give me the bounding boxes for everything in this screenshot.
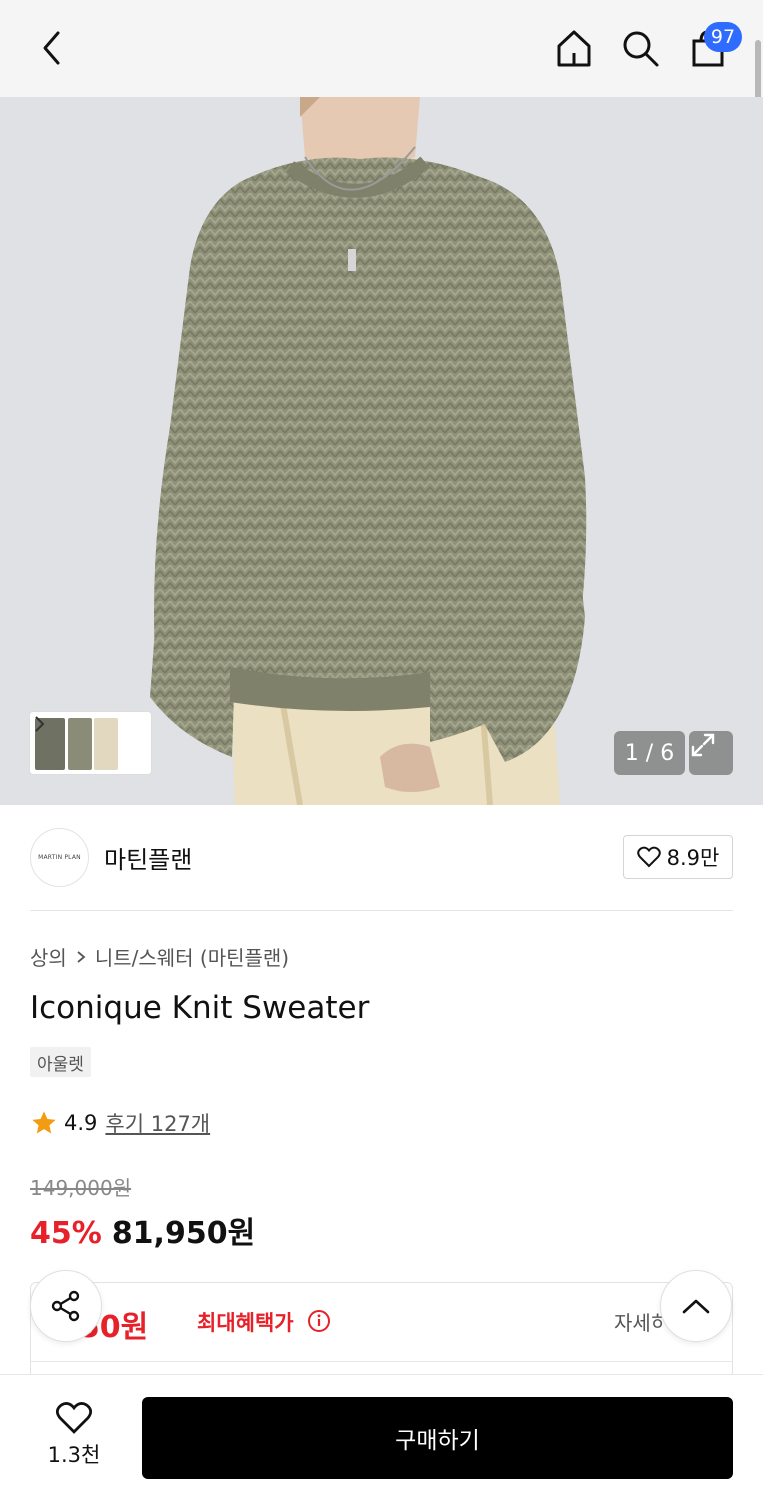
divider: [30, 910, 733, 911]
chevron-up-icon: [682, 1299, 710, 1314]
star-icon: [32, 1111, 56, 1134]
brand-logo[interactable]: MARTIN PLAN: [30, 828, 89, 887]
original-price: 149,000원: [30, 1176, 132, 1200]
chevron-right-icon: [35, 716, 45, 732]
wishlist-button[interactable]: 1.3천: [30, 1395, 118, 1475]
rating-row: 4.9 후기 127개: [30, 1108, 210, 1138]
breadcrumb-item[interactable]: 상의: [30, 942, 67, 971]
benefit-detail-link[interactable]: 자세히: [614, 1307, 664, 1336]
thumbnail-strip[interactable]: [29, 711, 152, 775]
home-icon: [557, 30, 591, 67]
thumbnail-image[interactable]: [68, 718, 92, 770]
brand-like-count: 8.9만: [666, 846, 720, 870]
breadcrumb: 상의 니트/스웨터 (마틴플랜): [30, 942, 289, 971]
share-button[interactable]: [30, 1270, 102, 1342]
share-icon: [51, 1290, 80, 1322]
bottom-action-bar: 1.3천 구매하기: [0, 1374, 763, 1500]
review-link[interactable]: 후기 127개: [105, 1108, 210, 1138]
rating-value: 4.9: [64, 1111, 98, 1135]
top-header: 97: [0, 0, 763, 120]
search-button[interactable]: [616, 24, 664, 72]
gallery-page-counter: 1 / 6: [614, 731, 685, 775]
max-benefit-label: 최대혜택가: [197, 1311, 294, 1335]
product-photo: [0, 97, 763, 805]
brand-like-button[interactable]: 8.9만: [623, 835, 733, 879]
product-image-gallery[interactable]: 1 / 6: [0, 97, 763, 805]
thumbnail-image[interactable]: [94, 718, 118, 770]
home-button[interactable]: [550, 24, 598, 72]
product-title: Iconique Knit Sweater: [30, 990, 370, 1026]
expand-button[interactable]: [689, 731, 733, 775]
scroll-to-top-button[interactable]: [660, 1270, 732, 1342]
brand-logo-text: MARTIN PLAN: [38, 854, 81, 861]
cart-count-badge: 97: [704, 22, 742, 52]
info-icon[interactable]: [307, 1309, 331, 1333]
wishlist-count: 1.3천: [47, 1443, 101, 1467]
breadcrumb-item[interactable]: 니트/스웨터 (마틴플랜): [95, 942, 289, 971]
product-tag: 아울렛: [30, 1047, 91, 1077]
sale-price: 81,950원: [111, 1216, 256, 1251]
chevron-right-icon: [77, 950, 86, 963]
back-button[interactable]: [28, 24, 76, 72]
heart-icon: [636, 846, 661, 868]
chevron-left-icon: [43, 31, 60, 65]
search-icon: [623, 31, 659, 67]
discount-rate: 45%: [30, 1216, 102, 1251]
heart-icon: [55, 1402, 93, 1434]
divider: [31, 1361, 732, 1362]
buy-button[interactable]: 구매하기: [142, 1397, 733, 1479]
expand-icon: [691, 733, 715, 757]
price-row: 45% 81,950원: [30, 1208, 255, 1252]
brand-name[interactable]: 마틴플랜: [104, 840, 192, 875]
